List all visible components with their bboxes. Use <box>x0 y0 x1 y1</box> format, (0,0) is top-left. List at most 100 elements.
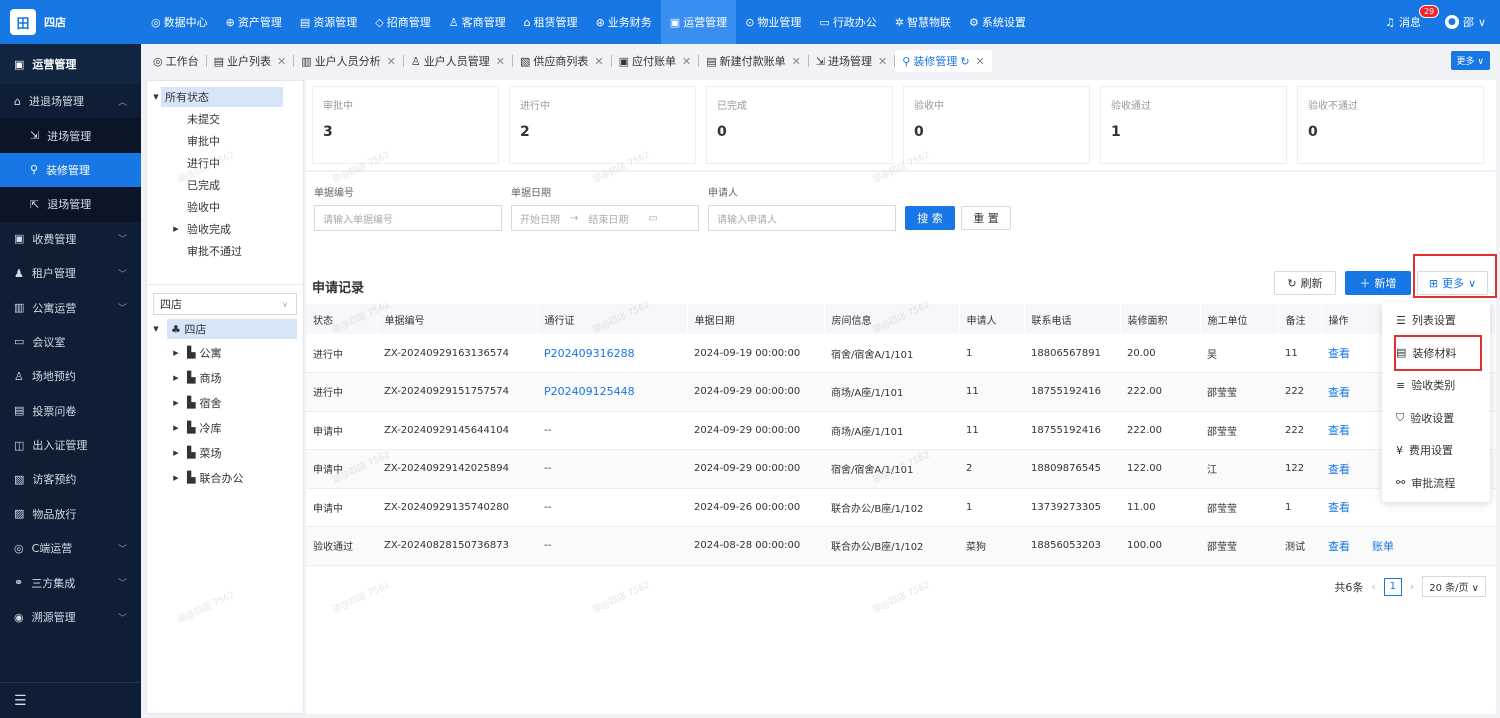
status-tree-item[interactable]: 审批中 <box>151 130 303 152</box>
tab-workbench[interactable]: ◎ 工作台 <box>146 50 206 72</box>
caret-down-icon[interactable]: ▼ <box>151 93 161 101</box>
sidebar-item-entry[interactable]: ⇲ 进场管理 <box>0 118 141 153</box>
sidebar-item-traceability[interactable]: ◉ 溯源管理 ﹀ <box>0 600 141 634</box>
status-tree-item[interactable]: 未提交 <box>151 108 303 130</box>
view-link[interactable]: 查看 <box>1328 347 1350 360</box>
close-icon[interactable]: ✕ <box>976 55 985 68</box>
caret-down-icon[interactable]: ▼ <box>151 325 161 333</box>
close-icon[interactable]: ✕ <box>277 55 286 68</box>
topnav-clients[interactable]: ♙ 客商管理 <box>440 0 515 44</box>
topnav-data-center[interactable]: ◎ 数据中心 <box>142 0 217 44</box>
menu-item-list-settings[interactable]: ☰ 列表设置 <box>1382 304 1490 337</box>
topnav-operations[interactable]: ▣ 运营管理 <box>660 0 737 44</box>
sidebar-item-visitors[interactable]: ▧ 访客预约 <box>0 462 141 496</box>
add-button[interactable]: ＋新增 <box>1345 271 1411 295</box>
tab-owner-list[interactable]: ▤ 业户列表 ✕ <box>207 50 294 72</box>
tab-owner-people[interactable]: ♙ 业户人员管理 ✕ <box>404 50 512 72</box>
refresh-button[interactable]: ↻ 刷新 <box>1274 271 1336 295</box>
sidebar-item-venue[interactable]: ♙ 场地预约 <box>0 359 141 393</box>
stat-card[interactable]: 验收中 0 <box>903 86 1090 164</box>
stat-card[interactable]: 已完成 0 <box>706 86 893 164</box>
caret-right-icon[interactable]: ▶ <box>171 374 181 382</box>
caret-right-icon[interactable]: ▶ <box>171 474 181 482</box>
sidebar-item-exit[interactable]: ⇱ 退场管理 <box>0 187 141 222</box>
stat-card[interactable]: 验收不通过 0 <box>1297 86 1484 164</box>
stat-card[interactable]: 进行中 2 <box>509 86 696 164</box>
messages-button[interactable]: ♫ 消息 29 <box>1385 5 1440 30</box>
status-tree-root[interactable]: ▼ 所有状态 <box>151 86 303 108</box>
pass-link[interactable]: P202409125448 <box>537 372 687 412</box>
pass-link[interactable]: P202409316288 <box>537 334 687 373</box>
status-tree-item[interactable]: 审批不通过 <box>151 240 303 262</box>
menu-item-fee-settings[interactable]: ¥ 费用设置 <box>1382 434 1490 467</box>
sidebar-item-entry-exit[interactable]: ⌂ 进退场管理 ︿ <box>0 84 141 118</box>
topnav-property[interactable]: ⊙ 物业管理 <box>736 0 810 44</box>
topnav-settings[interactable]: ⚙ 系统设置 <box>960 0 1035 44</box>
caret-right-icon[interactable]: ▶ <box>171 225 181 233</box>
menu-item-acceptance-settings[interactable]: ⛉ 验收设置 <box>1382 402 1490 435</box>
tabs-more-button[interactable]: 更多 ∨ <box>1450 51 1490 70</box>
topnav-leasing[interactable]: ⌂ 租赁管理 <box>515 0 587 44</box>
view-link[interactable]: 查看 <box>1328 463 1350 476</box>
tab-renovation[interactable]: ⚲ 装修管理 ↻ ✕ <box>895 50 992 72</box>
tab-entry[interactable]: ⇲ 进场管理 ✕ <box>809 50 894 72</box>
status-tree-item[interactable]: ▶ 验收完成 <box>151 218 303 240</box>
status-tree-item[interactable]: 验收中 <box>151 196 303 218</box>
close-icon[interactable]: ✕ <box>496 55 505 68</box>
next-page-icon[interactable]: › <box>1410 580 1414 593</box>
sidebar-item-pass[interactable]: ◫ 出入证管理 <box>0 428 141 462</box>
close-icon[interactable]: ✕ <box>387 55 396 68</box>
topnav-resources[interactable]: ▤ 资源管理 <box>291 0 366 44</box>
bill-link[interactable]: 账单 <box>1372 540 1394 553</box>
close-icon[interactable]: ✕ <box>682 55 691 68</box>
close-icon[interactable]: ✕ <box>594 55 603 68</box>
menu-item-acceptance-category[interactable]: ≡ 验收类别 <box>1382 369 1490 402</box>
sidebar-item-charges[interactable]: ▣ 收费管理 ﹀ <box>0 222 141 256</box>
caret-right-icon[interactable]: ▶ <box>171 399 181 407</box>
store-tree-item[interactable]: ▶ ▙ 冷库 <box>151 415 297 440</box>
topnav-admin[interactable]: ▭ 行政办公 <box>810 0 885 44</box>
store-tree-root[interactable]: ▼ ♣ 四店 <box>151 318 297 340</box>
topnav-finance[interactable]: ⊛ 业务财务 <box>587 0 661 44</box>
store-tree-item[interactable]: ▶ ▙ 公寓 <box>151 340 297 365</box>
date-range-picker[interactable]: 开始日期 → 结束日期 ▭ <box>511 205 699 231</box>
app-logo[interactable]: 田 四店 <box>0 9 142 35</box>
topnav-investment[interactable]: ◇ 招商管理 <box>366 0 439 44</box>
sidebar-item-c-ops[interactable]: ◎ C端运营 ﹀ <box>0 531 141 565</box>
sidebar-item-renovation[interactable]: ⚲ 装修管理 <box>0 152 141 188</box>
sidebar-item-tenants[interactable]: ♟ 租户管理 ﹀ <box>0 256 141 290</box>
view-link[interactable]: 查看 <box>1328 386 1350 399</box>
tab-payables[interactable]: ▣ 应付账单 ✕ <box>612 50 699 72</box>
close-icon[interactable]: ✕ <box>792 55 801 68</box>
menu-item-approval-flow[interactable]: ⚯ 审批流程 <box>1382 467 1490 500</box>
caret-right-icon[interactable]: ▶ <box>171 349 181 357</box>
sidebar-item-voting[interactable]: ▤ 投票问卷 <box>0 394 141 428</box>
reset-button[interactable]: 重 置 <box>961 206 1011 230</box>
close-icon[interactable]: ✕ <box>878 55 887 68</box>
stat-card[interactable]: 审批中 3 <box>312 86 499 164</box>
view-link[interactable]: 查看 <box>1328 540 1350 553</box>
store-tree-item[interactable]: ▶ ▙ 商场 <box>151 365 297 390</box>
sidebar-item-meeting-room[interactable]: ▭ 会议室 <box>0 325 141 359</box>
store-select[interactable]: 四店 ∨ <box>153 293 297 315</box>
tab-supplier-list[interactable]: ▧ 供应商列表 ✕ <box>513 50 611 72</box>
search-button[interactable]: 搜 索 <box>905 206 955 230</box>
user-menu[interactable]: ● 邵 ∨ <box>1444 14 1486 30</box>
sidebar-item-integrations[interactable]: ⚭ 三方集成 ﹀ <box>0 565 141 599</box>
store-tree-item[interactable]: ▶ ▙ 菜场 <box>151 440 297 465</box>
page-size-select[interactable]: 20 条/页 ∨ <box>1422 576 1486 597</box>
refresh-icon[interactable]: ↻ <box>960 55 969 68</box>
status-tree-item[interactable]: 已完成 <box>151 174 303 196</box>
store-tree-item[interactable]: ▶ ▙ 宿舍 <box>151 390 297 415</box>
view-link[interactable]: 查看 <box>1328 501 1350 514</box>
tab-owner-analysis[interactable]: ▥ 业户人员分析 ✕ <box>294 50 403 72</box>
applicant-input[interactable]: 请输入申请人 <box>708 205 896 231</box>
stat-card[interactable]: 验收通过 1 <box>1100 86 1287 164</box>
topnav-iot[interactable]: ✲ 智慧物联 <box>886 0 960 44</box>
doc-no-input[interactable]: 请输入单据编号 <box>314 205 502 231</box>
tab-new-payment[interactable]: ▤ 新建付款账单 ✕ <box>699 50 808 72</box>
sidebar-item-apartments[interactable]: ▥ 公寓运营 ﹀ <box>0 290 141 324</box>
caret-right-icon[interactable]: ▶ <box>171 424 181 432</box>
sidebar-item-goods-release[interactable]: ▨ 物品放行 <box>0 497 141 531</box>
view-link[interactable]: 查看 <box>1328 424 1350 437</box>
